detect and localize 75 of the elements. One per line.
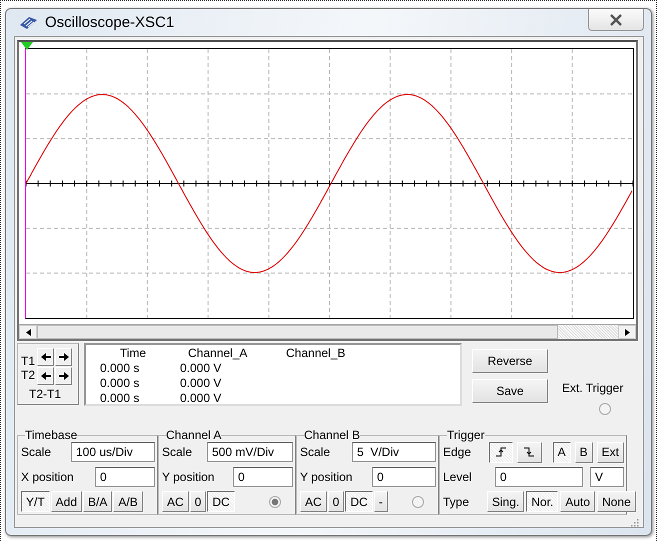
ext-trigger-label: Ext. Trigger <box>562 381 624 395</box>
right-arrow-icon <box>58 353 69 361</box>
field-label: Scale <box>300 445 330 459</box>
coupling-button[interactable]: - <box>374 491 388 512</box>
type-button[interactable]: Auto <box>560 491 596 512</box>
table-cell-text: 0.000 V <box>180 391 222 406</box>
close-button[interactable] <box>588 9 644 31</box>
type-button[interactable]: Nor. <box>526 491 558 512</box>
close-icon <box>609 14 623 26</box>
column-header: Channel_A <box>188 346 248 361</box>
type-button[interactable]: Sing. <box>487 491 524 512</box>
cursor-label: T2 <box>21 368 36 382</box>
edge-button[interactable] <box>489 442 514 462</box>
mode-button[interactable]: Add <box>50 491 82 512</box>
field-label: Scale <box>21 445 52 459</box>
field-label: Y position <box>300 470 352 484</box>
scroll-right-icon <box>624 328 630 336</box>
scale-field[interactable]: 5 V/Div <box>352 442 436 462</box>
coupling-button[interactable]: 0 <box>190 491 206 512</box>
action-button[interactable]: Reverse <box>472 349 548 373</box>
table-cell-text: 0.000 V <box>180 361 222 376</box>
app-icon <box>18 16 38 30</box>
coupling-button[interactable]: AC <box>300 491 327 512</box>
group-title: Channel A <box>166 429 222 441</box>
scrollbar[interactable] <box>19 324 636 339</box>
position-field[interactable]: 0 <box>95 467 155 487</box>
table-cell-text: 0.000 s <box>100 376 140 391</box>
group-title: Timebase <box>25 429 78 441</box>
position-field[interactable]: 0 <box>372 467 436 487</box>
table-cell-text: 0.000 s <box>100 361 140 376</box>
left-arrow-icon <box>40 353 51 361</box>
source-button[interactable]: A <box>552 442 571 462</box>
level-field[interactable]: 0 <box>495 467 583 487</box>
field-label: Level <box>443 470 473 484</box>
field-label: Edge <box>443 445 472 459</box>
rising-edge-icon <box>495 447 508 457</box>
scale-field[interactable]: 100 us/Div <box>71 442 155 462</box>
right-arrow-icon <box>58 372 69 380</box>
scrollbar-thumb[interactable] <box>37 325 558 339</box>
field-label: Scale <box>162 445 192 459</box>
scroll-left-icon <box>26 328 30 336</box>
group-title: Trigger <box>447 429 485 441</box>
group-title: Channel B <box>304 429 360 441</box>
mode-button[interactable]: Y/T <box>21 491 50 512</box>
left-arrow-button[interactable] <box>37 348 54 366</box>
left-arrow-button[interactable] <box>37 367 54 385</box>
coupling-button[interactable]: DC <box>345 491 373 512</box>
table-cell-text: 0.000 s <box>100 391 140 406</box>
source-button[interactable]: Ext <box>596 442 624 462</box>
field-label: Type <box>443 494 470 508</box>
right-arrow-button[interactable] <box>55 348 72 366</box>
field-label: X position <box>21 470 74 484</box>
coupling-button[interactable]: DC <box>207 491 235 512</box>
mode-button[interactable]: A/B <box>113 491 143 512</box>
right-arrow-button[interactable] <box>55 367 72 385</box>
coupling-button[interactable]: AC <box>162 491 189 512</box>
cursor-marker-icon[interactable] <box>21 42 33 50</box>
source-button[interactable]: B <box>574 442 593 462</box>
coupling-button[interactable]: 0 <box>328 491 344 512</box>
field-label: Y position <box>162 470 214 484</box>
cursor-label: T2-T1 <box>29 387 62 401</box>
action-button[interactable]: Save <box>472 379 548 403</box>
terminal-icon[interactable] <box>269 496 281 508</box>
type-button[interactable]: None <box>597 491 636 512</box>
unit-field[interactable]: V <box>590 467 624 487</box>
table-cell-text: 0.000 V <box>180 376 222 391</box>
scale-field[interactable]: 500 mV/Div <box>207 442 293 462</box>
column-header: Channel_B <box>286 346 346 361</box>
column-header: Time <box>118 346 148 361</box>
window-title: Oscilloscope-XSC1 <box>45 14 174 31</box>
falling-edge-icon <box>523 447 536 457</box>
cursor-label: T1 <box>21 354 36 368</box>
left-arrow-icon <box>40 372 51 380</box>
mode-button[interactable]: B/A <box>83 491 112 512</box>
position-field[interactable]: 0 <box>233 467 293 487</box>
